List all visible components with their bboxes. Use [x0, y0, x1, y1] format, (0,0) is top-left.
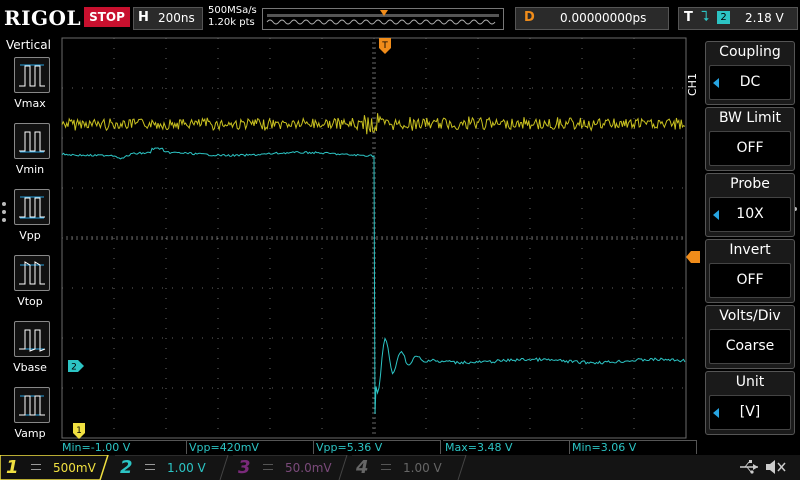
timebase-key: H: [138, 10, 149, 25]
scroll-dot: [2, 202, 6, 206]
invert-title: Invert: [729, 242, 771, 258]
measurement-item[interactable]: Min=3.06 V: [570, 440, 697, 454]
dc-coupling-icon: [31, 464, 41, 470]
vpp-icon: [19, 196, 45, 219]
delay-value: 0.00000000ps: [560, 11, 647, 25]
sidebar-title: Vertical: [6, 38, 51, 52]
top-status-bar: RIGOL STOP H 200ns 500MSa/s 1.20k pts D …: [0, 0, 800, 36]
dc-coupling-icon: [145, 464, 155, 470]
probe-menu[interactable]: Probe 10X: [705, 173, 795, 237]
scroll-dot: [2, 218, 6, 222]
rigol-logo: RIGOL: [4, 6, 82, 30]
ch2-offset-marker[interactable]: 2: [68, 360, 84, 375]
trigger-key: T: [684, 10, 693, 25]
trigger-position-marker[interactable]: T: [379, 38, 391, 57]
ch2-marker-label: 2: [71, 363, 77, 373]
vpp-label: Vpp: [19, 229, 41, 242]
timebase-display[interactable]: H 200ns: [133, 7, 203, 30]
vamp-label: Vamp: [14, 427, 46, 440]
vtop-label: Vtop: [17, 295, 43, 308]
unit-menu[interactable]: Unit [V]: [705, 371, 795, 435]
vmax-icon: [19, 64, 45, 87]
unit-title: Unit: [735, 374, 765, 390]
channel-menu-label: CH1: [686, 73, 699, 96]
waveform-display[interactable]: [60, 36, 700, 443]
trigger-position-letter: T: [381, 41, 388, 51]
trigger-display[interactable]: T ⮧ 2 2.18 V: [678, 7, 798, 30]
dc-coupling-icon: [381, 464, 391, 470]
volts-div-menu[interactable]: Volts/Div Coarse: [705, 305, 795, 369]
invert-value: OFF: [709, 263, 791, 298]
vbase-icon: [19, 329, 46, 352]
vmin-label: Vmin: [15, 163, 45, 176]
measurement-item[interactable]: Max=3.48 V: [443, 440, 570, 454]
bw-limit-menu[interactable]: BW Limit OFF: [705, 107, 795, 171]
ch2-marker-icon: 2: [68, 360, 84, 373]
ch4-number: 4: [356, 457, 369, 478]
left-arrow-icon: [713, 408, 719, 418]
ch1-number: 1: [6, 457, 19, 478]
delay-display[interactable]: D 0.00000000ps: [515, 7, 669, 30]
bw-limit-title: BW Limit: [718, 110, 782, 126]
trigger-source-badge: 2: [717, 11, 730, 24]
left-arrow-icon: [713, 78, 719, 88]
vamp-icon: [19, 395, 45, 416]
usb-icon: [740, 460, 758, 474]
scroll-dot: [2, 210, 6, 214]
volts-div-title: Volts/Div: [719, 308, 781, 324]
timebase-value: 200ns: [158, 11, 195, 25]
ch3-number: 3: [238, 457, 251, 478]
coupling-title: Coupling: [719, 44, 781, 60]
trigger-position-icon: T: [379, 38, 391, 54]
vtop-measure-button[interactable]: [14, 255, 50, 291]
vbase-label: Vbase: [13, 361, 47, 374]
bw-limit-value: OFF: [709, 131, 791, 166]
unit-value: [V]: [709, 395, 791, 430]
coupling-menu[interactable]: Coupling DC: [705, 41, 795, 105]
probe-value: 10X: [709, 197, 791, 232]
ch2-number: 2: [120, 457, 133, 478]
waveform-grid: [61, 37, 687, 439]
run-stop-indicator[interactable]: STOP: [84, 7, 130, 27]
probe-title: Probe: [730, 176, 770, 192]
channel-status-bar: 1 500mV 2 1.00 V 3 50.0mV 4 1.00 V: [0, 455, 800, 480]
memory-position-bar: [262, 8, 504, 30]
vtop-icon: [19, 261, 45, 285]
measurement-item[interactable]: Min=-1.00 V: [60, 440, 187, 454]
measurement-item[interactable]: Vpp=420mV: [187, 440, 314, 454]
ch4-scale: 1.00 V: [403, 461, 442, 475]
trigger-level-arrow-icon: [686, 251, 700, 263]
vbase-measure-button[interactable]: [14, 321, 50, 357]
ch2-scale: 1.00 V: [167, 461, 206, 475]
vamp-measure-button[interactable]: [14, 387, 50, 423]
measurement-item[interactable]: Vpp=5.36 V: [314, 440, 441, 454]
ch1-trace: [61, 113, 686, 135]
measurement-sidebar: Vertical Vmax Vmin Vpp Vtop Vbase Vamp: [0, 36, 58, 440]
coupling-value: DC: [709, 65, 791, 100]
delay-key: D: [524, 10, 535, 25]
sample-rate: 500MSa/s: [208, 5, 257, 16]
falling-edge-icon: ⮧: [701, 9, 710, 25]
vmax-measure-button[interactable]: [14, 57, 50, 93]
memory-overview-icon: [266, 10, 499, 25]
ch1-ground-icon: 1: [73, 423, 85, 439]
volts-div-value: Coarse: [709, 329, 791, 364]
vmin-measure-button[interactable]: [14, 123, 50, 159]
ch1-scale: 500mV: [53, 461, 96, 475]
vmin-icon: [19, 131, 45, 153]
vmax-label: Vmax: [14, 97, 46, 110]
memory-depth: 1.20k pts: [208, 17, 255, 28]
speaker-muted-icon[interactable]: [764, 458, 788, 476]
dc-coupling-icon: [263, 464, 273, 470]
left-arrow-icon: [713, 210, 719, 220]
vpp-measure-button[interactable]: [14, 189, 50, 225]
ch3-scale: 50.0mV: [285, 461, 332, 475]
trigger-level-marker[interactable]: [686, 251, 700, 266]
invert-menu[interactable]: Invert OFF: [705, 239, 795, 303]
ch1-ground-label: 1: [76, 426, 82, 436]
trigger-level: 2.18 V: [745, 11, 784, 25]
acquisition-info: 500MSa/s 1.20k pts: [208, 5, 257, 29]
